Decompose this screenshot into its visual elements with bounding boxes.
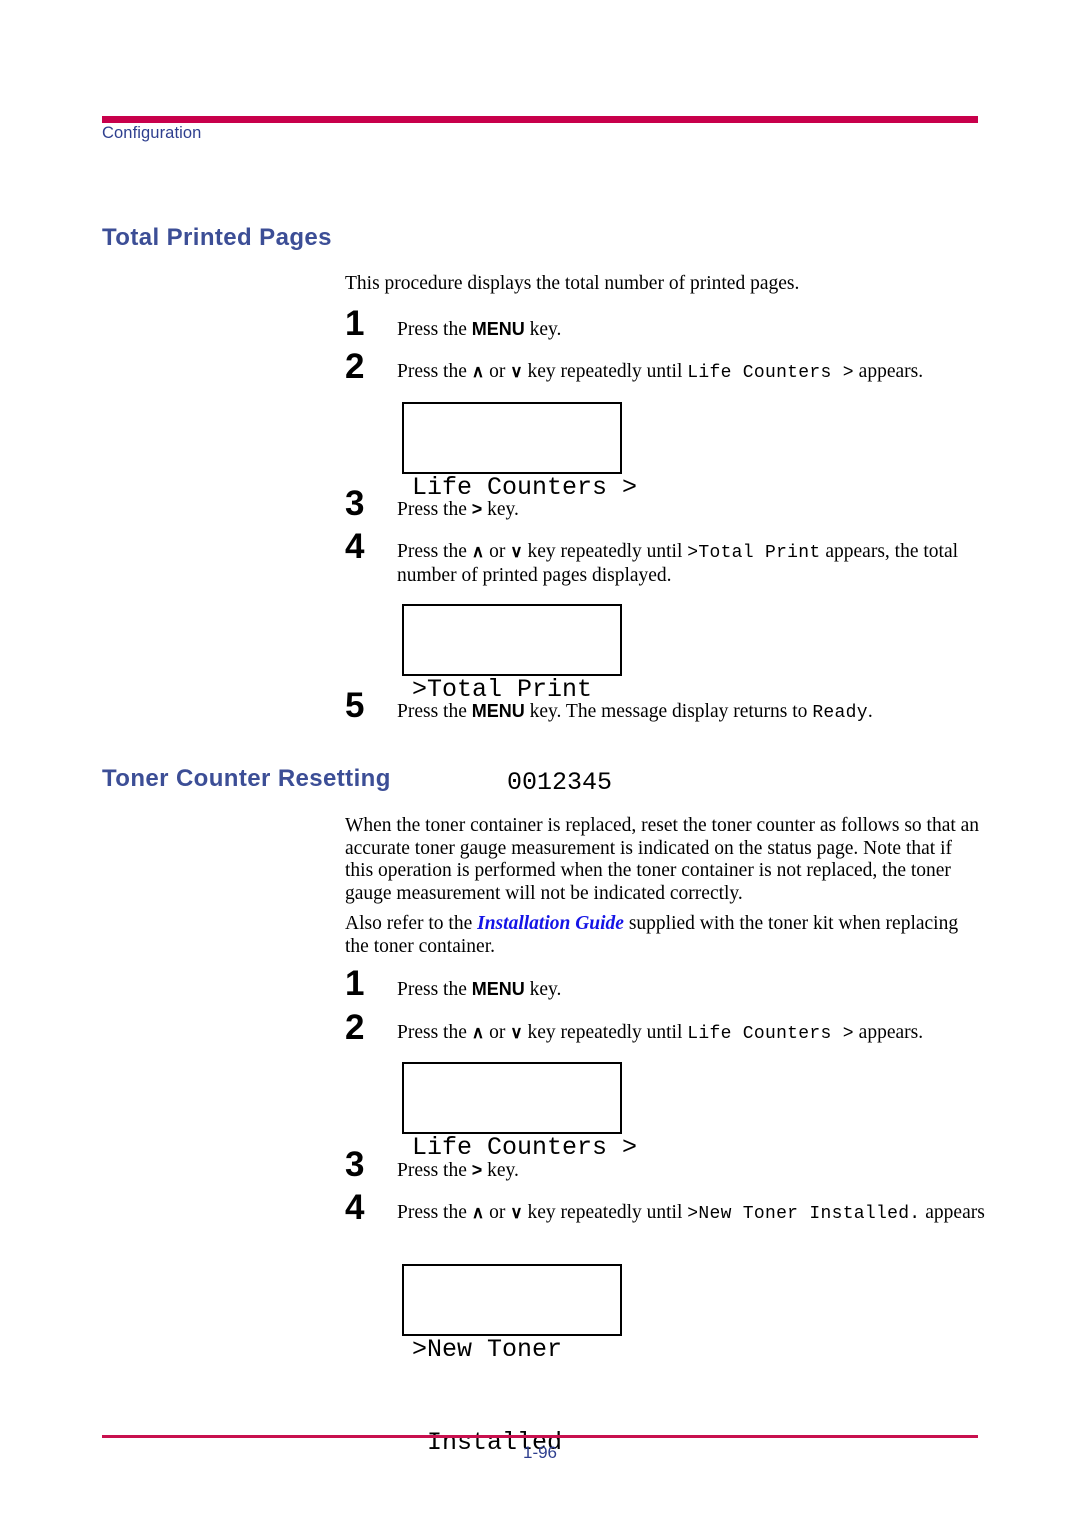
lcd-line-2-counter: 0012345	[506, 768, 612, 797]
step-2-total-printed-pages: 2 Press the ∧ or ∨ key repeatedly until …	[345, 349, 993, 385]
step-text: Press the MENU key.	[397, 978, 993, 1002]
step-5-total-printed-pages: 5 Press the MENU key. The message displa…	[345, 688, 993, 725]
step-1-total-printed-pages: 1 Press the MENU key.	[345, 306, 993, 342]
right-arrow-key-label: >	[471, 499, 483, 519]
step-text-or: or	[484, 1202, 511, 1223]
header-rule	[102, 116, 978, 123]
down-arrow-icon: ∨	[510, 1203, 523, 1222]
down-arrow-icon: ∨	[510, 1023, 523, 1042]
step-text-or: or	[484, 361, 511, 382]
step-text-mid: key repeatedly until	[522, 541, 688, 562]
intro-paragraph-total-printed-pages: This procedure displays the total number…	[345, 273, 800, 294]
step-text-suffix: key.	[524, 319, 562, 340]
step-text-prefix: Press the	[397, 979, 472, 1000]
step-number: 2	[345, 1008, 365, 1047]
menu-key-label: MENU	[471, 701, 525, 721]
step-text-suffix: appears.	[853, 361, 924, 382]
step-3-toner-counter-resetting: 3 Press the > key.	[345, 1147, 993, 1183]
page-number: 1-96	[522, 1443, 558, 1462]
step-text: Press the ∧ or ∨ key repeatedly until Li…	[397, 361, 993, 385]
up-arrow-icon: ∧	[471, 362, 485, 381]
step-number: 3	[345, 484, 365, 523]
step-text-prefix: Press the	[397, 701, 472, 722]
step-number: 1	[345, 964, 365, 1003]
down-arrow-icon: ∨	[510, 542, 523, 561]
display-text-reference: >Total Print	[687, 543, 821, 563]
step-text-prefix: Press the	[397, 319, 472, 340]
step-text: Press the > key.	[397, 1159, 993, 1183]
step-text-mid: key repeatedly until	[522, 361, 688, 382]
right-arrow-key-label: >	[471, 1160, 483, 1180]
note-installation-guide: Also refer to the Installation Guide sup…	[345, 913, 985, 958]
step-text: Press the > key.	[397, 498, 993, 522]
step-text: Press the MENU key. The message display …	[397, 700, 993, 725]
step-number: 1	[345, 304, 365, 343]
lcd-display-total-print: >Total Print 0012345	[402, 604, 622, 797]
lcd-display-new-toner-installed: >New Toner Installed	[402, 1264, 622, 1457]
up-arrow-icon: ∧	[471, 1203, 485, 1222]
step-text-suffix: appears	[920, 1202, 985, 1223]
note-prefix: Also refer to the	[345, 913, 478, 934]
step-text: Press the ∧ or ∨ key repeatedly until >N…	[397, 1202, 993, 1226]
step-text-suffix: key.	[482, 499, 519, 520]
step-text-prefix: Press the	[397, 499, 472, 520]
installation-guide-link[interactable]: Installation Guide	[477, 913, 624, 934]
step-text-or: or	[484, 541, 511, 562]
up-arrow-icon: ∧	[471, 542, 485, 561]
menu-key-label: MENU	[471, 319, 525, 339]
step-text-prefix: Press the	[397, 1022, 472, 1043]
step-text-suffix: appears.	[853, 1022, 924, 1043]
lcd-display-life-counters-2: Life Counters >	[402, 1062, 637, 1162]
up-arrow-icon: ∧	[471, 1023, 485, 1042]
footer-rule	[102, 1435, 978, 1438]
step-text-mid: key repeatedly until	[522, 1022, 688, 1043]
step-text-prefix: Press the	[397, 1202, 472, 1223]
paragraph-toner-counter-resetting: When the toner container is replaced, re…	[345, 815, 980, 904]
menu-key-label: MENU	[471, 979, 525, 999]
step-text: Press the MENU key.	[397, 318, 993, 342]
step-text-suffix: key.	[524, 979, 562, 1000]
step-number: 4	[345, 1188, 365, 1227]
section-heading-toner-counter-resetting: Toner Counter Resetting	[102, 765, 391, 792]
step-text-prefix: Press the	[397, 541, 472, 562]
step-text-or: or	[484, 1022, 511, 1043]
display-text-reference: Ready	[812, 703, 868, 723]
display-text-reference: Life Counters >	[687, 1024, 854, 1044]
step-text-mid: key repeatedly until	[522, 1202, 688, 1223]
step-4-toner-counter-resetting: 4 Press the ∧ or ∨ key repeatedly until …	[345, 1190, 993, 1226]
step-text: Press the ∧ or ∨ key repeatedly until Li…	[397, 1022, 993, 1046]
step-2-toner-counter-resetting: 2 Press the ∧ or ∨ key repeatedly until …	[345, 1010, 993, 1046]
step-1-toner-counter-resetting: 1 Press the MENU key.	[345, 966, 993, 1002]
step-number: 3	[345, 1145, 365, 1184]
step-text-prefix: Press the	[397, 361, 472, 382]
step-text: Press the ∧ or ∨ key repeatedly until >T…	[397, 541, 993, 587]
step-text-mid: key. The message display returns to	[524, 701, 813, 722]
step-4-total-printed-pages: 4 Press the ∧ or ∨ key repeatedly until …	[345, 529, 993, 587]
step-3-total-printed-pages: 3 Press the > key.	[345, 486, 993, 522]
step-number: 2	[345, 347, 365, 386]
step-text-suffix: key.	[482, 1160, 519, 1181]
header-chapter-label: Configuration	[102, 124, 202, 142]
display-text-reference: Life Counters >	[687, 363, 854, 383]
step-number: 4	[345, 527, 365, 566]
document-page: Configuration Total Printed Pages This p…	[0, 0, 1080, 1528]
step-text-suffix: .	[867, 701, 873, 722]
section-heading-total-printed-pages: Total Printed Pages	[102, 224, 332, 251]
lcd-display-life-counters-1: Life Counters >	[402, 402, 637, 502]
step-text-prefix: Press the	[397, 1160, 472, 1181]
step-number: 5	[345, 686, 365, 725]
display-text-reference: >New Toner Installed.	[687, 1204, 921, 1224]
down-arrow-icon: ∨	[510, 362, 523, 381]
lcd-line-1: >New Toner	[412, 1335, 563, 1364]
